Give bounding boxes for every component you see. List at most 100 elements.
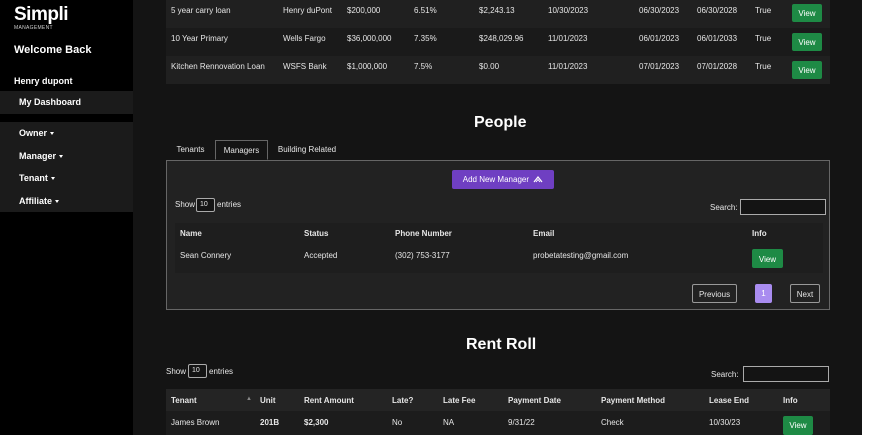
logo[interactable]: Simpli MANAGEMENT xyxy=(14,4,69,32)
loan-payment: $2,243.13 xyxy=(479,6,515,15)
loan-end-date: 07/01/2028 xyxy=(697,62,738,71)
table-row: Kitchen Rennovation Loan WSFS Bank $1,00… xyxy=(166,56,830,84)
menu-owner-label: Owner xyxy=(19,128,48,138)
show-label: Show xyxy=(175,200,196,209)
search-input[interactable] xyxy=(740,199,826,215)
loan-date: 10/30/2023 xyxy=(548,6,589,15)
show-label: Show xyxy=(166,367,187,376)
loan-active: True xyxy=(755,62,772,71)
logo-text: Simpli xyxy=(14,4,69,25)
loans-table: 5 year carry loan Henry duPont $200,000 … xyxy=(166,0,830,84)
loan-start-date: 06/01/2023 xyxy=(639,34,680,43)
loan-amount: $1,000,000 xyxy=(347,62,388,71)
loan-date: 11/01/2023 xyxy=(548,62,588,71)
loan-amount: $200,000 xyxy=(347,6,381,15)
entries-select[interactable]: 10 xyxy=(188,364,207,378)
menu-manager[interactable]: Manager xyxy=(19,151,64,161)
people-icon xyxy=(533,176,543,183)
view-button[interactable]: View xyxy=(752,249,783,268)
view-button[interactable]: View xyxy=(792,4,822,22)
loan-start-date: 07/01/2023 xyxy=(639,62,680,71)
entries-label: entries xyxy=(217,200,242,209)
tenant-late: No xyxy=(392,418,403,427)
username: Henry dupont xyxy=(14,76,73,86)
menu-affiliate-label: Affiliate xyxy=(19,196,53,206)
tenant-payment-method: Check xyxy=(601,418,624,427)
rent-roll-title: Rent Roll xyxy=(466,336,537,353)
loan-name: Kitchen Rennovation Loan xyxy=(171,62,265,71)
menu-manager-label: Manager xyxy=(19,151,57,161)
column-header[interactable]: Info xyxy=(752,229,767,238)
entries-label: entries xyxy=(209,367,234,376)
loan-rate: 7.5% xyxy=(414,62,433,71)
loan-end-date: 06/01/2033 xyxy=(697,34,738,43)
add-new-manager-label: Add New Manager xyxy=(462,175,530,184)
table-row: 10 Year Primary Wells Fargo $36,000,000 … xyxy=(166,28,830,56)
menu-owner[interactable]: Owner xyxy=(19,128,55,138)
column-header[interactable]: Payment Method xyxy=(601,396,665,405)
search-label: Search: xyxy=(711,370,739,379)
search-input[interactable] xyxy=(743,366,829,382)
loan-active: True xyxy=(755,6,772,15)
view-button[interactable]: View xyxy=(792,61,822,79)
next-button[interactable]: Next xyxy=(790,284,820,303)
people-panel: Add New Manager Show 10 entries Search: … xyxy=(166,160,830,310)
people-table xyxy=(175,223,823,273)
menu-affiliate[interactable]: Affiliate xyxy=(19,196,60,206)
column-header[interactable]: Late? xyxy=(392,396,413,405)
loan-name: 5 year carry loan xyxy=(171,6,231,15)
sort-icon[interactable]: ▲ xyxy=(246,396,252,402)
loan-lender: Henry duPont xyxy=(283,6,332,15)
column-header[interactable]: Status xyxy=(304,229,328,238)
previous-button[interactable]: Previous xyxy=(692,284,737,303)
person-email: probetatesting@gmail.com xyxy=(533,251,629,260)
loan-payment: $0.00 xyxy=(479,62,500,71)
column-header[interactable]: Lease End xyxy=(709,396,749,405)
view-button[interactable]: View xyxy=(792,33,822,51)
menu-tenant[interactable]: Tenant xyxy=(19,173,55,183)
tenant-rent: $2,300 xyxy=(304,418,329,427)
search-label: Search: xyxy=(710,203,738,212)
loan-lender: WSFS Bank xyxy=(283,62,327,71)
table-row: James Brown 201B $2,300 No NA 9/31/22 Ch… xyxy=(166,411,830,435)
column-header[interactable]: Rent Amount xyxy=(304,396,354,405)
loan-date: 11/01/2023 xyxy=(548,34,588,43)
person-phone: (302) 753-3177 xyxy=(395,251,450,260)
loan-lender: Wells Fargo xyxy=(283,34,326,43)
chevron-down-icon xyxy=(50,132,55,136)
page-1-button[interactable]: 1 xyxy=(755,284,772,303)
sidebar: Simpli MANAGEMENT Welcome Back Henry dup… xyxy=(0,0,133,435)
column-header[interactable]: Info xyxy=(783,396,798,405)
tab-tenants[interactable]: Tenants xyxy=(168,140,213,160)
nav-my-dashboard[interactable]: My Dashboard xyxy=(0,91,133,114)
add-new-manager-button[interactable]: Add New Manager xyxy=(452,170,554,189)
tenant-name: James Brown xyxy=(171,418,220,427)
tenant-payment-date: 9/31/22 xyxy=(508,418,535,427)
people-title: People xyxy=(474,114,527,131)
loan-rate: 7.35% xyxy=(414,34,437,43)
loan-name: 10 Year Primary xyxy=(171,34,228,43)
entries-select[interactable]: 10 xyxy=(196,198,215,212)
column-header[interactable]: Phone Number xyxy=(395,229,452,238)
tenant-lease-end: 10/30/23 xyxy=(709,418,741,427)
column-header[interactable]: Late Fee xyxy=(443,396,475,405)
rent-roll-header: Tenant ▲ Unit Rent Amount Late? Late Fee… xyxy=(166,389,830,411)
column-header[interactable]: Email xyxy=(533,229,554,238)
column-header[interactable]: Unit xyxy=(260,396,276,405)
column-header[interactable]: Name xyxy=(180,229,202,238)
tenant-late-fee: NA xyxy=(443,418,455,427)
person-status: Accepted xyxy=(304,251,338,260)
menu-tenant-label: Tenant xyxy=(19,173,48,183)
person-name: Sean Connery xyxy=(180,251,232,260)
loan-start-date: 06/30/2023 xyxy=(639,6,680,15)
sidebar-menu: Owner Manager Tenant Affiliate xyxy=(0,122,133,212)
column-header[interactable]: Tenant xyxy=(171,396,197,405)
tab-managers[interactable]: Managers xyxy=(215,140,268,160)
view-button[interactable]: View xyxy=(783,416,813,435)
column-header[interactable]: Payment Date xyxy=(508,396,561,405)
tab-building-related[interactable]: Building Related xyxy=(272,140,342,160)
table-row: 5 year carry loan Henry duPont $200,000 … xyxy=(166,0,830,28)
tenant-unit: 201B xyxy=(260,418,280,427)
loan-amount: $36,000,000 xyxy=(347,34,392,43)
loan-active: True xyxy=(755,34,772,43)
